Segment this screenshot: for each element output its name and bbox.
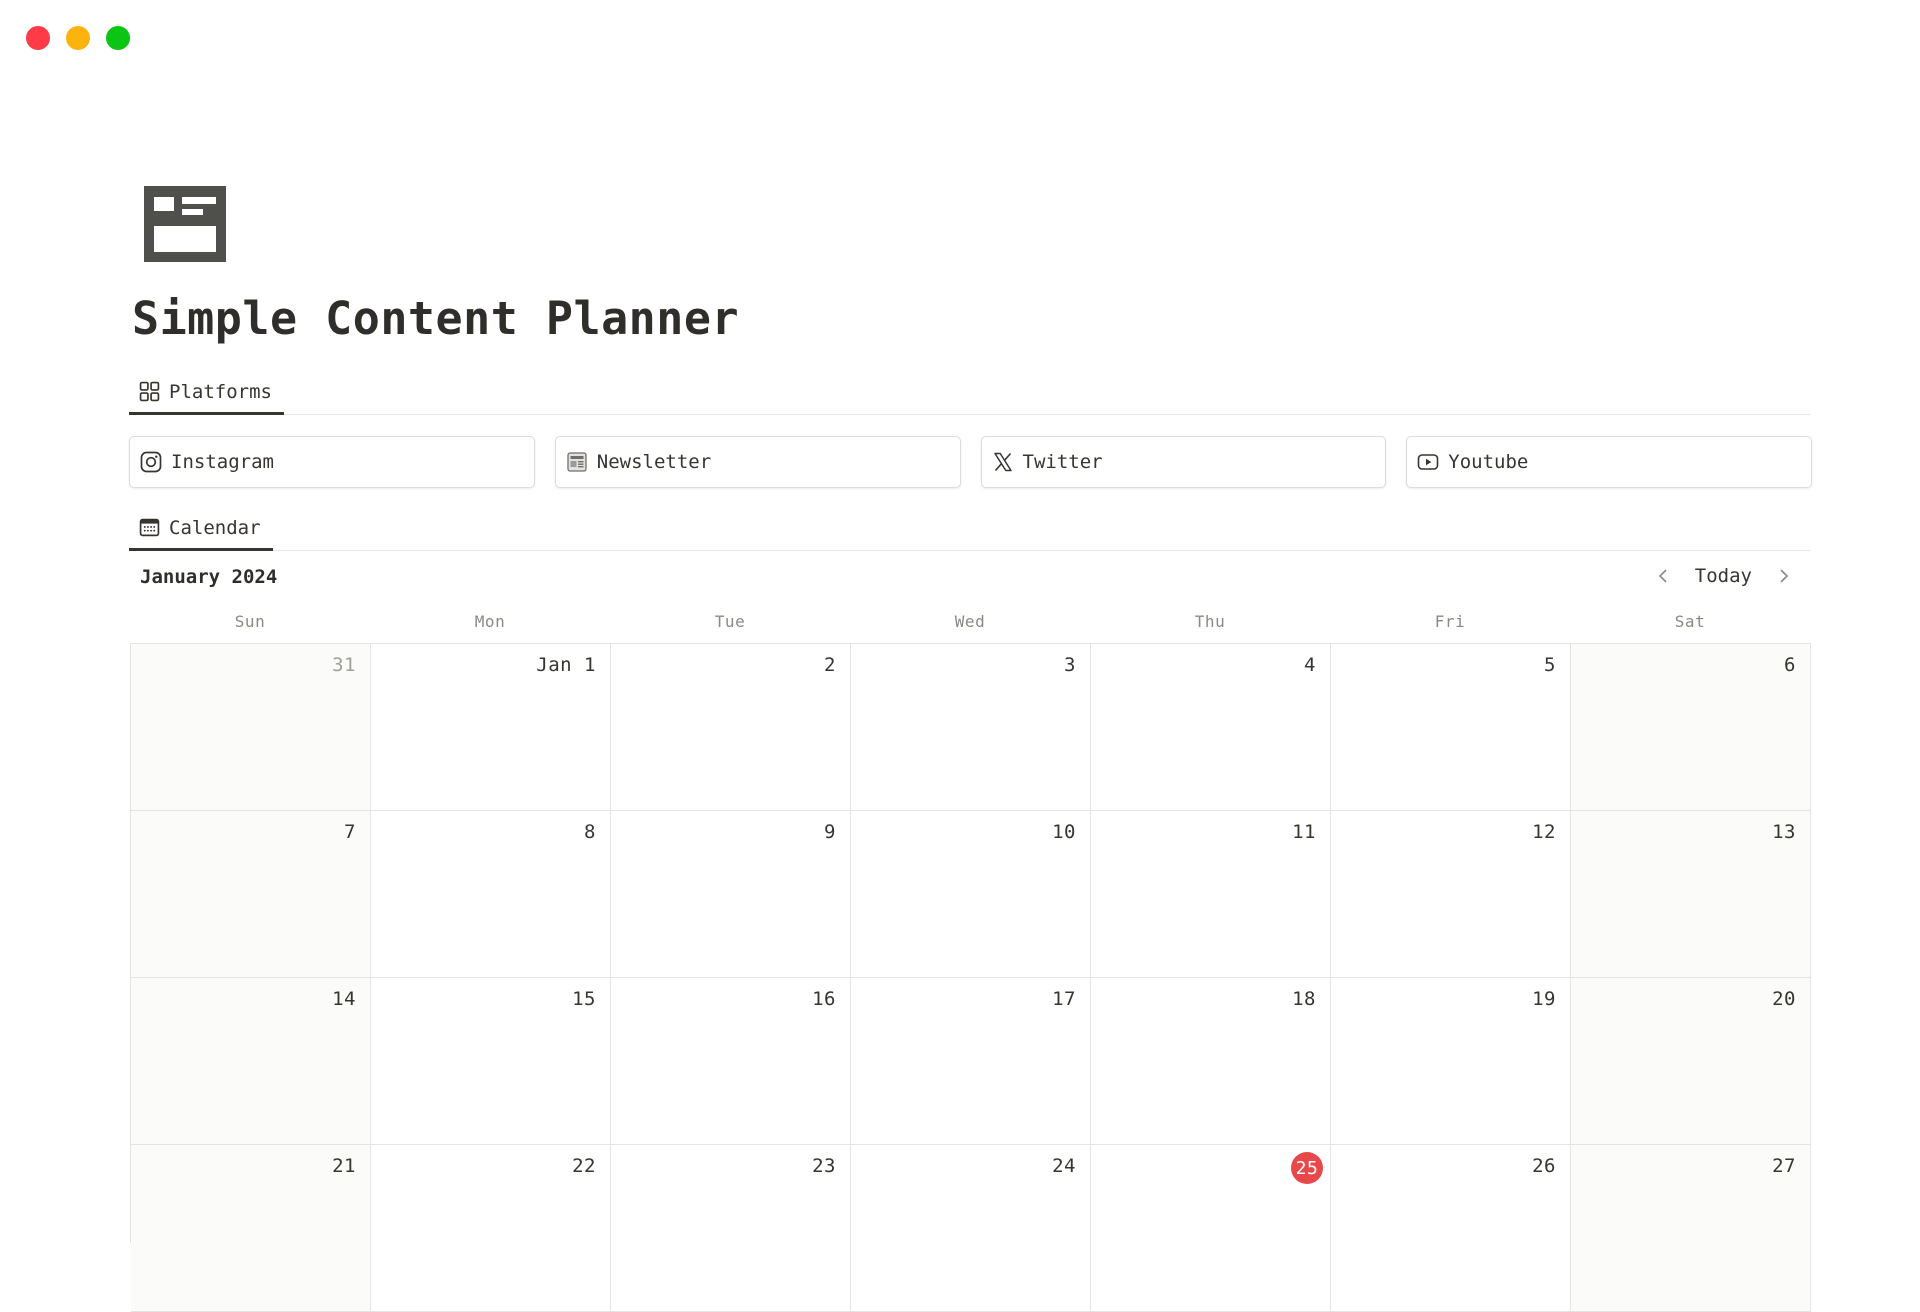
weekday-label: Tue <box>714 612 746 631</box>
weekday-label: Sun <box>234 612 266 631</box>
date-number: 4 <box>1304 654 1316 676</box>
window-controls <box>26 26 130 50</box>
calendar-day-cell[interactable]: 26 <box>1331 1145 1571 1312</box>
date-number: 3 <box>1064 654 1076 676</box>
date-number: 22 <box>572 1155 596 1177</box>
chevron-left-icon <box>1658 569 1667 583</box>
date-number: 15 <box>572 988 596 1010</box>
platform-card-twitter[interactable]: Twitter <box>980 436 1387 488</box>
calendar-day-cell[interactable]: 15 <box>371 978 611 1145</box>
layout-panel-icon[interactable] <box>144 186 226 262</box>
platform-card-instagram[interactable]: Instagram <box>129 436 535 488</box>
date-number: 13 <box>1772 821 1796 843</box>
gallery-grid-icon <box>139 381 160 402</box>
chevron-right-icon <box>1780 569 1789 583</box>
calendar-day-cell[interactable]: 16 <box>611 978 851 1145</box>
date-number: 14 <box>332 988 356 1010</box>
calendar-day-cell[interactable]: 27 <box>1571 1145 1811 1312</box>
youtube-icon <box>1417 454 1439 470</box>
platform-card-newsletter[interactable]: Newsletter <box>554 436 961 488</box>
close-window-button[interactable] <box>26 26 50 50</box>
platforms-view-tabbar: Platforms <box>129 370 1811 415</box>
date-number: 27 <box>1772 1155 1796 1177</box>
calendar-day-cell[interactable]: 4 <box>1091 644 1331 811</box>
calendar-day-cell[interactable]: 18 <box>1091 978 1331 1145</box>
calendar-day-cell[interactable]: 20 <box>1571 978 1811 1145</box>
date-number: 20 <box>1772 988 1796 1010</box>
date-number: 8 <box>584 821 596 843</box>
calendar-day-cell[interactable]: 25 <box>1091 1145 1331 1312</box>
date-number: 10 <box>1052 821 1076 843</box>
platform-card-label: Newsletter <box>596 451 712 473</box>
date-number: 11 <box>1292 821 1316 843</box>
maximize-window-button[interactable] <box>106 26 130 50</box>
platform-cards: Instagram Newsletter Twitter Youtube <box>129 436 1812 488</box>
calendar-day-cell[interactable]: 6 <box>1571 644 1811 811</box>
weekday-label: Thu <box>1194 612 1226 631</box>
date-number: 12 <box>1532 821 1556 843</box>
date-number: 18 <box>1292 988 1316 1010</box>
calendar-day-cell[interactable]: 17 <box>851 978 1091 1145</box>
calendar-grid: 31 Jan 1 2 3 4 5 6 7 8 9 10 11 12 13 14 15 16 17 18 19 20 21 2… <box>130 643 1811 1312</box>
date-number: 6 <box>1784 654 1796 676</box>
calendar-day-cell[interactable]: 19 <box>1331 978 1571 1145</box>
instagram-icon <box>140 451 162 473</box>
calendar-day-cell[interactable]: 31 <box>131 644 371 811</box>
platform-card-label: Youtube <box>1448 451 1529 473</box>
date-number: 16 <box>812 988 836 1010</box>
date-number: 9 <box>824 821 836 843</box>
calendar-day-cell[interactable]: 23 <box>611 1145 851 1312</box>
platform-card-label: Twitter <box>1022 451 1103 473</box>
minimize-window-button[interactable] <box>66 26 90 50</box>
tab-calendar-label: Calendar <box>169 516 261 539</box>
calendar-navigation: Today <box>1651 562 1796 590</box>
tab-platforms-label: Platforms <box>169 380 272 403</box>
tab-calendar[interactable]: Calendar <box>129 507 273 551</box>
calendar-day-cell[interactable]: 2 <box>611 644 851 811</box>
tab-platforms[interactable]: Platforms <box>129 371 284 415</box>
weekday-header: Sun Mon Tue Wed Thu Fri Sat <box>130 612 1810 631</box>
calendar-day-cell[interactable]: 7 <box>131 811 371 978</box>
date-number: 24 <box>1052 1155 1076 1177</box>
calendar-day-cell[interactable]: 8 <box>371 811 611 978</box>
calendar-day-cell[interactable]: 24 <box>851 1145 1091 1312</box>
calendar-day-cell[interactable]: 10 <box>851 811 1091 978</box>
today-date-number: 25 <box>1291 1152 1323 1184</box>
date-number: 5 <box>1544 654 1556 676</box>
calendar-day-cell[interactable]: 13 <box>1571 811 1811 978</box>
date-number: 31 <box>332 654 356 676</box>
platform-card-label: Instagram <box>171 451 274 473</box>
calendar-day-cell[interactable]: 9 <box>611 811 851 978</box>
weekday-label: Mon <box>474 612 506 631</box>
previous-month-button[interactable] <box>1651 562 1675 590</box>
calendar-day-cell[interactable]: 12 <box>1331 811 1571 978</box>
calendar-day-cell[interactable]: 5 <box>1331 644 1571 811</box>
newspaper-icon <box>567 452 587 472</box>
weekday-label: Sat <box>1674 612 1706 631</box>
date-number: 21 <box>332 1155 356 1177</box>
calendar-view-tabbar: Calendar <box>129 506 1811 551</box>
date-number: 19 <box>1532 988 1556 1010</box>
today-button[interactable]: Today <box>1689 563 1758 589</box>
calendar-day-cell[interactable]: 22 <box>371 1145 611 1312</box>
calendar-day-cell[interactable]: 14 <box>131 978 371 1145</box>
calendar-month-label: January 2024 <box>140 566 278 588</box>
x-twitter-icon <box>993 452 1012 472</box>
next-month-button[interactable] <box>1772 562 1796 590</box>
date-number: 2 <box>824 654 836 676</box>
calendar-day-cell[interactable]: 11 <box>1091 811 1331 978</box>
date-number: Jan 1 <box>536 654 596 676</box>
date-number: 23 <box>812 1155 836 1177</box>
calendar-day-cell[interactable]: 3 <box>851 644 1091 811</box>
date-number: 7 <box>344 821 356 843</box>
date-number: 26 <box>1532 1155 1556 1177</box>
weekday-label: Fri <box>1434 612 1466 631</box>
platform-card-youtube[interactable]: Youtube <box>1406 436 1812 488</box>
date-number: 17 <box>1052 988 1076 1010</box>
calendar-icon <box>139 518 160 537</box>
page-title: Simple Content Planner <box>132 292 740 345</box>
weekday-label: Wed <box>954 612 986 631</box>
calendar-day-cell[interactable]: 21 <box>131 1145 371 1312</box>
calendar-day-cell[interactable]: Jan 1 <box>371 644 611 811</box>
